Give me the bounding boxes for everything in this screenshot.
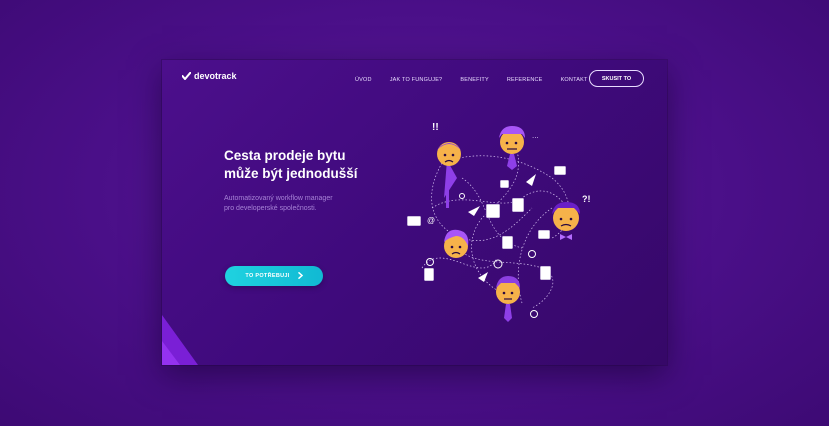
document-icon	[511, 197, 525, 213]
envelope-icon	[406, 215, 422, 227]
at-sign-text: @	[427, 216, 435, 225]
hero-subtitle: Automatizovaný workflow manager pro deve…	[224, 194, 333, 214]
document-icon	[485, 203, 501, 219]
document-icon	[539, 265, 552, 281]
hero-subtitle-line2: pro developerské společnosti.	[224, 205, 317, 212]
document-icon	[423, 267, 435, 282]
exclaim-text-2: ?!	[582, 194, 591, 204]
hero-title: Cesta prodeje bytu může být jednodušší	[224, 147, 358, 183]
logo-check-icon	[182, 72, 191, 80]
nav-item-reference[interactable]: REFERENCE	[507, 77, 543, 83]
hero-subtitle-line1: Automatizovaný workflow manager	[224, 195, 333, 202]
brand-logo[interactable]: devotrack	[182, 71, 237, 81]
hero-illustration: !! ... ?! @	[406, 122, 591, 322]
nav-item-kontakt[interactable]: KONTAKT	[561, 77, 588, 83]
confused-face-avatar	[552, 202, 580, 240]
hero-title-line2: může být jednodušší	[224, 166, 358, 181]
envelope-icon	[553, 165, 567, 176]
nav-item-uvod[interactable]: ÚVOD	[355, 77, 372, 83]
chevron-right-icon	[297, 271, 303, 281]
brand-name: devotrack	[194, 71, 237, 81]
need-it-button-label: TO POTŘEBUJI	[245, 273, 290, 279]
worried-face-avatar	[437, 142, 461, 208]
nav-item-benefity[interactable]: BENEFITY	[460, 77, 489, 83]
sad-face-avatar	[444, 229, 469, 258]
need-it-button[interactable]: TO POTŘEBUJI	[225, 266, 323, 286]
document-icon	[501, 235, 514, 250]
browser-frame: devotrack ÚVOD JAK TO FUNGUJE? BENEFITY …	[162, 60, 667, 365]
frowning-face-avatar	[496, 276, 520, 322]
nav-item-jak-to-funguje[interactable]: JAK TO FUNGUJE?	[390, 77, 443, 83]
dots-text: ...	[532, 131, 539, 140]
hero-title-line1: Cesta prodeje bytu	[224, 148, 346, 163]
exclaim-text-1: !!	[432, 122, 439, 133]
main-nav: ÚVOD JAK TO FUNGUJE? BENEFITY REFERENCE …	[355, 77, 606, 83]
envelope-icon	[537, 229, 551, 240]
try-it-button[interactable]: SKUSIT TO	[589, 70, 644, 87]
envelope-icon	[499, 179, 510, 189]
angry-face-avatar	[499, 126, 525, 170]
decorative-corner-inner	[162, 341, 180, 365]
